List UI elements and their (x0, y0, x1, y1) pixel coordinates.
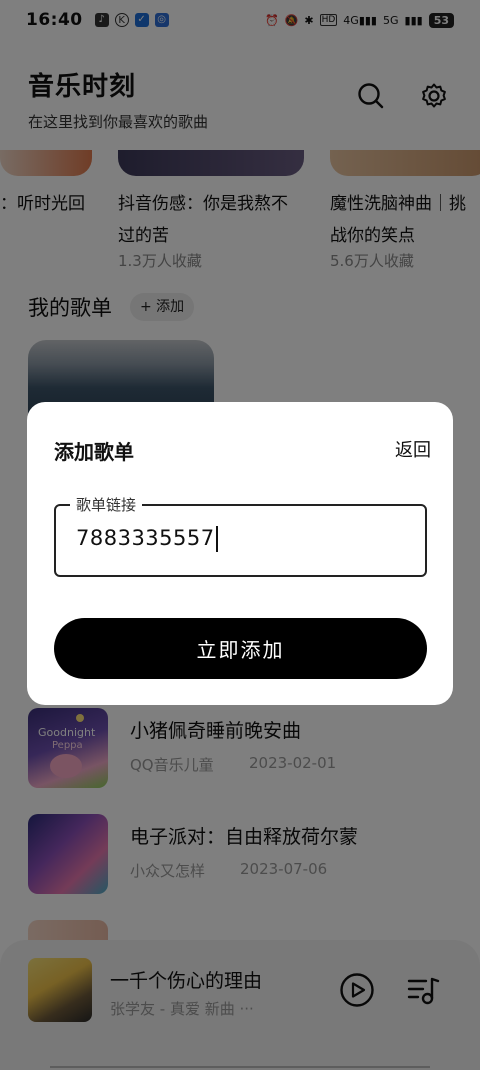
playlist-link-input[interactable]: 7883335557 (76, 526, 218, 552)
field-label: 歌单链接 (70, 494, 143, 515)
playlist-link-value: 7883335557 (76, 526, 215, 550)
playlist-link-field[interactable]: 歌单链接 7883335557 (54, 494, 427, 577)
add-playlist-dialog: 添加歌单 返回 歌单链接 7883335557 立即添加 (27, 402, 453, 705)
text-cursor (215, 526, 218, 552)
back-button[interactable]: 返回 (395, 436, 431, 462)
dialog-title: 添加歌单 (54, 440, 134, 464)
add-now-button[interactable]: 立即添加 (54, 618, 427, 679)
